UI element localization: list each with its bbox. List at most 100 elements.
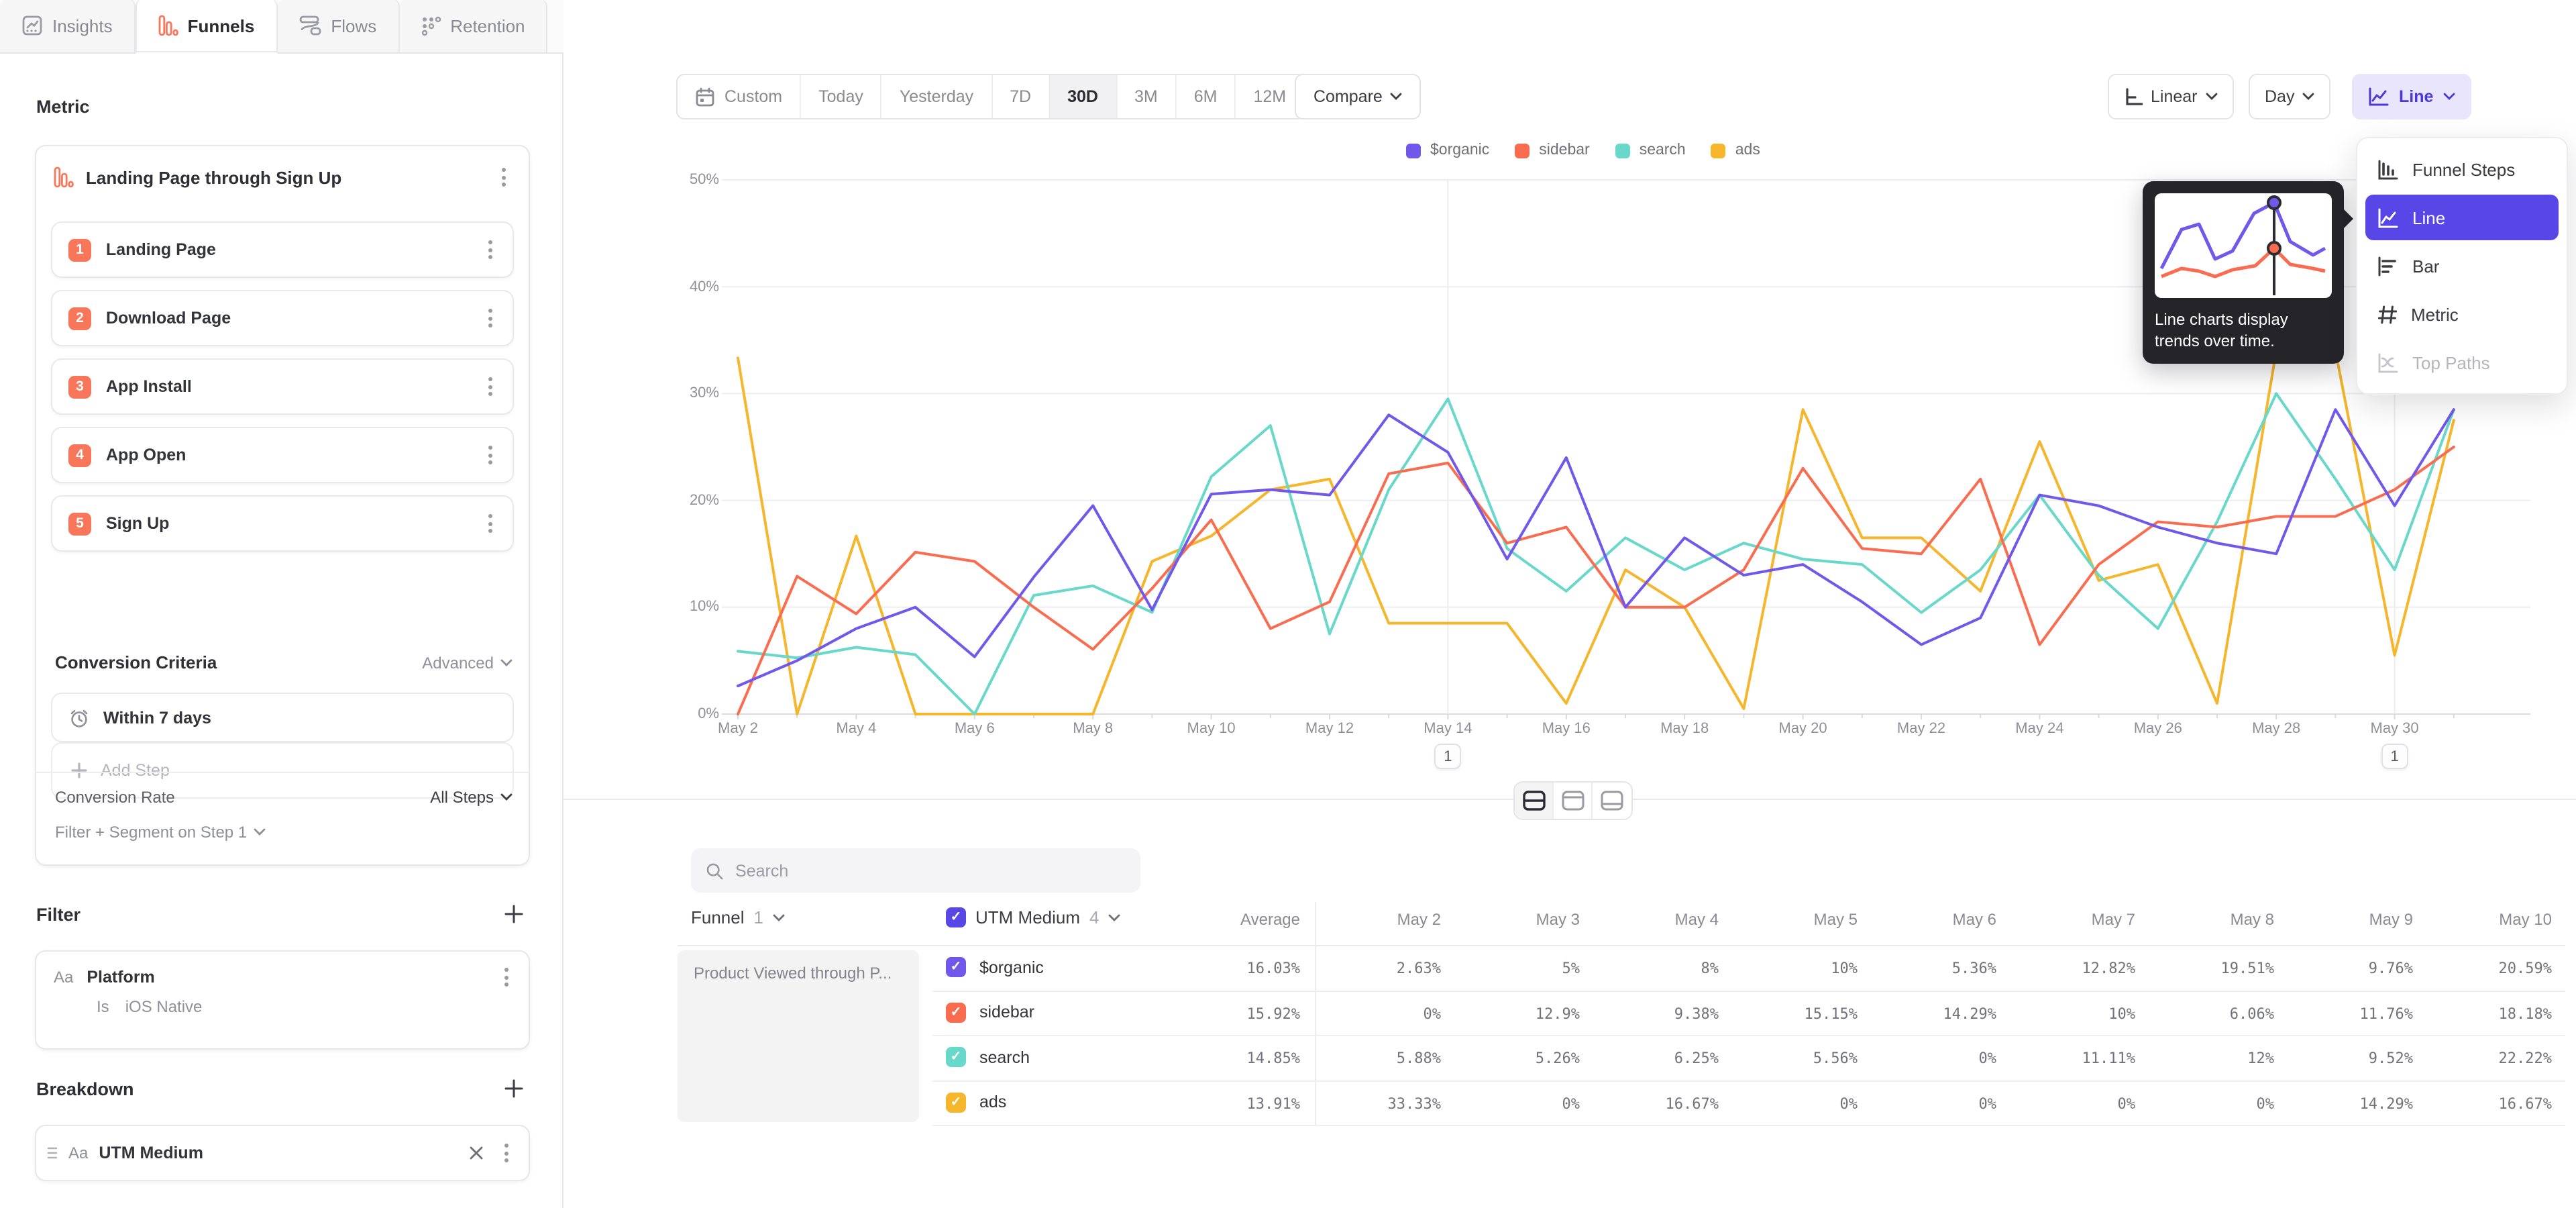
table-cell[interactable]: 10%	[2108, 1005, 2135, 1022]
table-cell[interactable]: 33.33%	[1388, 1095, 1442, 1112]
table-cell[interactable]: 12%	[2247, 1050, 2274, 1067]
drag-handle-icon[interactable]	[47, 1146, 58, 1160]
table-cell[interactable]: 9.38%	[1674, 1005, 1719, 1022]
layout-chart-only-button[interactable]	[1554, 783, 1593, 819]
filter-value[interactable]: iOS Native	[125, 997, 203, 1016]
column-header[interactable]: May 4	[1675, 910, 1719, 929]
table-cell[interactable]: 22.22%	[2499, 1050, 2553, 1067]
remove-breakdown-icon[interactable]	[467, 1144, 486, 1162]
tab-retention[interactable]: Retention	[399, 0, 547, 52]
layout-split-view-button[interactable]	[1515, 783, 1554, 819]
step-kebab-menu-icon[interactable]	[480, 511, 499, 536]
step-kebab-menu-icon[interactable]	[480, 374, 499, 399]
series-line-organic[interactable]	[738, 409, 2454, 686]
conversion-window-button[interactable]: Within 7 days	[51, 693, 514, 742]
menu-item-top-paths[interactable]: Top Paths	[2365, 340, 2559, 385]
table-cell[interactable]: 19.51%	[2221, 960, 2275, 977]
column-header[interactable]: May 7	[2092, 910, 2135, 929]
funnel-step-4[interactable]: 4App Open	[51, 427, 514, 483]
column-header[interactable]: Average	[1240, 910, 1300, 929]
menu-item-line[interactable]: Line	[2365, 195, 2559, 240]
breakdown-card[interactable]: Aa UTM Medium	[35, 1125, 530, 1181]
table-cell[interactable]: 0%	[2118, 1095, 2136, 1112]
all-steps-dropdown[interactable]: All Steps	[430, 788, 513, 807]
table-cell[interactable]: 2.63%	[1397, 960, 1441, 977]
table-cell[interactable]: 16.67%	[1666, 1095, 1719, 1112]
line-chart[interactable]	[564, 54, 2576, 805]
menu-item-bar[interactable]: Bar	[2365, 243, 2559, 289]
table-cell[interactable]: 12.82%	[2082, 960, 2136, 977]
funnel-step-3[interactable]: 3App Install	[51, 358, 514, 415]
table-cell[interactable]: 18.18%	[2499, 1005, 2553, 1022]
breakdown-kebab-menu-icon[interactable]	[496, 1141, 515, 1165]
layout-table-only-button[interactable]	[1593, 783, 1631, 819]
table-cell[interactable]: 14.29%	[2360, 1095, 2414, 1112]
table-cell[interactable]: 5%	[1562, 960, 1580, 977]
funnel-step-2[interactable]: 2Download Page	[51, 290, 514, 346]
filter-card[interactable]: Aa Platform Is iOS Native	[35, 950, 530, 1050]
series-checkbox-checked-icon[interactable]: ✓	[946, 1092, 966, 1112]
table-cell[interactable]: 13.91%	[1247, 1095, 1301, 1112]
column-header[interactable]: May 6	[1953, 910, 1996, 929]
table-cell[interactable]: 9.76%	[2369, 960, 2413, 977]
table-cell[interactable]: 10%	[1831, 960, 1858, 977]
filter-kebab-menu-icon[interactable]	[496, 965, 515, 989]
column-header[interactable]: May 10	[2499, 910, 2552, 929]
filter-operator[interactable]: Is	[97, 997, 109, 1016]
table-cell[interactable]: 16.03%	[1247, 960, 1301, 977]
tab-insights[interactable]: Insights	[0, 0, 136, 52]
series-checkbox-checked-icon[interactable]: ✓	[946, 957, 966, 977]
table-cell[interactable]: 14.29%	[1943, 1005, 1997, 1022]
column-header[interactable]: May 8	[2231, 910, 2274, 929]
table-cell[interactable]: 5.26%	[1536, 1050, 1580, 1067]
table-cell[interactable]: 20.59%	[2499, 960, 2553, 977]
search-box[interactable]	[691, 848, 1140, 893]
menu-item-metric[interactable]: Metric	[2365, 291, 2559, 337]
table-cell[interactable]: 0%	[1424, 1005, 1442, 1022]
table-cell[interactable]: 8%	[1701, 960, 1719, 977]
tab-funnels[interactable]: Funnels	[136, 0, 278, 54]
table-cell[interactable]: 11.76%	[2360, 1005, 2414, 1022]
table-cell[interactable]: 15.15%	[1805, 1005, 1858, 1022]
breakdown-column-selector[interactable]: ✓ UTM Medium 4	[946, 907, 1121, 927]
column-header[interactable]: May 5	[1814, 910, 1858, 929]
table-cell[interactable]: 0%	[1979, 1050, 1997, 1067]
series-checkbox-checked-icon[interactable]: ✓	[946, 1047, 966, 1067]
series-line-search[interactable]	[738, 393, 2454, 714]
table-cell[interactable]: 5.88%	[1397, 1050, 1441, 1067]
step-kebab-menu-icon[interactable]	[480, 238, 499, 262]
column-header[interactable]: May 2	[1397, 910, 1441, 929]
table-cell[interactable]: 6.25%	[1674, 1050, 1719, 1067]
add-breakdown-button[interactable]	[503, 1078, 525, 1099]
table-cell[interactable]: 16.67%	[2499, 1095, 2553, 1112]
column-header[interactable]: May 9	[2369, 910, 2413, 929]
table-cell[interactable]: 0%	[2257, 1095, 2275, 1112]
step-kebab-menu-icon[interactable]	[480, 306, 499, 330]
table-cell[interactable]: 9.52%	[2369, 1050, 2413, 1067]
table-cell[interactable]: 12.9%	[1536, 1005, 1580, 1022]
series-checkbox-checked-icon[interactable]: ✓	[946, 1002, 966, 1022]
metric-kebab-menu-icon[interactable]	[494, 165, 513, 189]
table-cell[interactable]: 5.36%	[1952, 960, 1996, 977]
menu-item-funnel-steps[interactable]: Funnel Steps	[2365, 146, 2559, 192]
row-group-cell[interactable]: Product Viewed through P...	[678, 950, 919, 1122]
funnel-selector[interactable]: Funnel 1	[691, 907, 785, 927]
add-filter-button[interactable]	[503, 903, 525, 925]
table-cell[interactable]: 14.85%	[1247, 1050, 1301, 1067]
table-cell[interactable]: 5.56%	[1813, 1050, 1858, 1067]
filter-segment-dropdown[interactable]: Filter + Segment on Step 1	[55, 823, 266, 842]
table-cell[interactable]: 0%	[1840, 1095, 1858, 1112]
funnel-step-5[interactable]: 5Sign Up	[51, 495, 514, 552]
advanced-dropdown[interactable]: Advanced	[422, 653, 513, 672]
step-kebab-menu-icon[interactable]	[480, 443, 499, 467]
table-cell[interactable]: 0%	[1562, 1095, 1580, 1112]
checkbox-checked-icon[interactable]: ✓	[946, 907, 966, 927]
search-input[interactable]	[735, 861, 1126, 880]
tab-flows[interactable]: Flows	[277, 0, 399, 52]
table-cell[interactable]: 6.06%	[2230, 1005, 2274, 1022]
funnel-step-1[interactable]: 1Landing Page	[51, 221, 514, 278]
table-cell[interactable]: 0%	[1979, 1095, 1997, 1112]
table-cell[interactable]: 15.92%	[1247, 1005, 1301, 1022]
table-cell[interactable]: 11.11%	[2082, 1050, 2136, 1067]
column-header[interactable]: May 3	[1536, 910, 1580, 929]
